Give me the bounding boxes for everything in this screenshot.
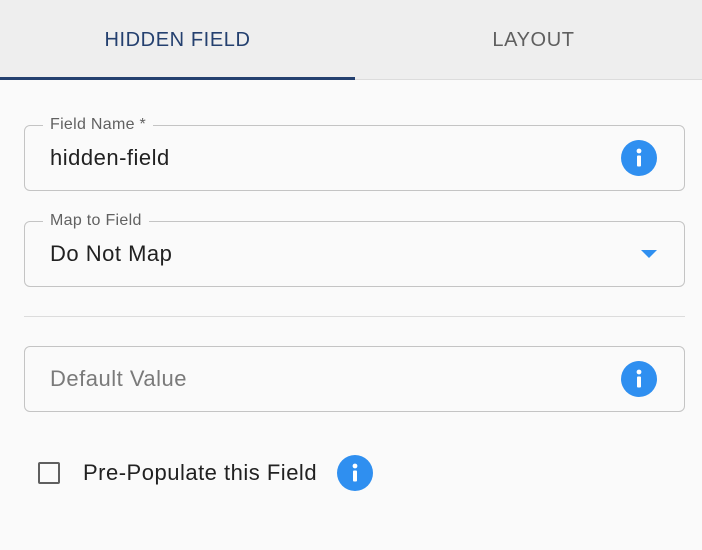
tab-layout[interactable]: LAYOUT <box>355 0 702 80</box>
map-to-field-value[interactable]: Do Not Map <box>50 241 172 267</box>
chevron-down-icon[interactable] <box>641 250 657 258</box>
tab-layout-label: LAYOUT <box>492 28 575 51</box>
field-name-value[interactable]: hidden-field <box>50 145 170 171</box>
info-icon[interactable] <box>621 140 657 176</box>
prepopulate-checkbox[interactable] <box>38 462 60 484</box>
tab-hidden-field-label: HIDDEN FIELD <box>104 28 251 51</box>
tab-bar: HIDDEN FIELD LAYOUT <box>0 0 702 80</box>
field-name-input[interactable]: Field Name * hidden-field <box>24 115 685 191</box>
field-name-label: Field Name * <box>43 115 154 135</box>
map-to-field-label: Map to Field <box>43 211 149 231</box>
default-value-input[interactable]: Default Value <box>24 346 685 412</box>
info-icon[interactable] <box>621 361 657 397</box>
prepopulate-row: Pre-Populate this Field <box>38 452 374 494</box>
section-divider <box>24 316 685 317</box>
tab-hidden-field[interactable]: HIDDEN FIELD <box>0 0 355 80</box>
default-value-placeholder[interactable]: Default Value <box>50 366 187 392</box>
map-to-field-select[interactable]: Map to Field Do Not Map <box>24 211 685 287</box>
prepopulate-label[interactable]: Pre-Populate this Field <box>83 460 317 486</box>
info-icon[interactable] <box>337 455 374 491</box>
active-tab-indicator <box>0 77 355 80</box>
